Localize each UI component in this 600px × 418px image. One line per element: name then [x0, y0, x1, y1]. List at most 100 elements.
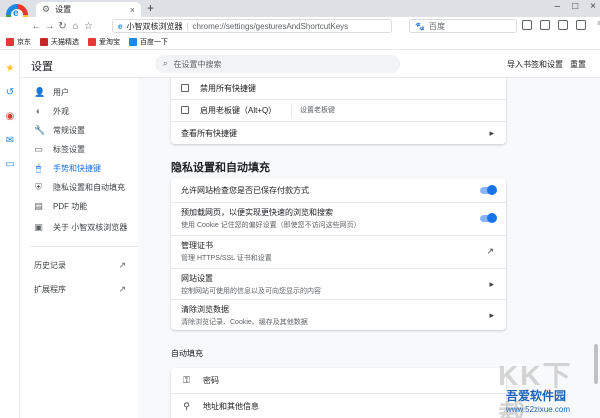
- address-app-name: 小智双核浏览器: [126, 21, 183, 31]
- chevron-right-icon: ▸: [489, 278, 494, 289]
- forward-icon[interactable]: →: [43, 21, 56, 32]
- sidebar-item-extensions[interactable]: 扩展程序 ↗: [20, 280, 138, 298]
- bookmark-icon: [6, 38, 14, 46]
- address-bar[interactable]: e 小智双核浏览器 | chrome://settings/gesturesAn…: [112, 19, 392, 33]
- bookmark-tmall[interactable]: 天猫精选: [40, 37, 79, 47]
- address-url: chrome://settings/gesturesAndShortcutKey…: [192, 21, 349, 31]
- settings-search-input[interactable]: ⌕ 在设置中搜索: [155, 55, 400, 73]
- row-label: 密码: [203, 376, 219, 385]
- favorites-star-icon[interactable]: ★: [5, 64, 15, 74]
- bookmark-label: 京东: [17, 39, 31, 46]
- close-window-icon[interactable]: ×: [590, 1, 596, 12]
- sidebar-item-about[interactable]: ▣ 关于 小智双核浏览器: [20, 218, 138, 236]
- close-icon[interactable]: ×: [130, 5, 135, 15]
- history-icon[interactable]: ↺: [5, 88, 15, 98]
- info-icon: ▣: [34, 221, 43, 232]
- sidebar-item-pdf[interactable]: ▤ PDF 功能: [20, 197, 138, 215]
- location-pin-icon: ⚲: [183, 401, 190, 411]
- site-settings-row[interactable]: 网站设置 控制网站可使用的信息以及可向您显示的内容 ▸: [171, 269, 506, 299]
- preload-row[interactable]: 预加载网页，以便实现更快速的浏览和搜索 使用 Cookie 记住您的偏好设置（即…: [171, 203, 506, 234]
- toolbar: ← → ↻ ⌂ ☆ e 小智双核浏览器 | chrome://settings/…: [0, 17, 600, 35]
- sidebar-divider: [30, 246, 138, 247]
- panel-icon[interactable]: ▭: [5, 160, 15, 170]
- screenshot-icon[interactable]: [540, 20, 550, 30]
- import-bookmarks-button[interactable]: 导入书签和设置: [507, 59, 563, 70]
- user-icon: 👤: [34, 86, 46, 97]
- new-tab-button[interactable]: +: [147, 1, 154, 15]
- tab-strip: e ⚙ 设置 × + – □ ×: [0, 0, 600, 26]
- autofill-card: ⚿ 密码 ⚲ 地址和其他信息: [171, 368, 506, 418]
- tab-title: 设置: [55, 5, 72, 14]
- side-rail: ★ ↺ ◉ ✉ ▭: [0, 50, 20, 418]
- external-link-icon: ↗: [486, 246, 494, 256]
- sidebar-item-history[interactable]: 历史记录 ↗: [20, 256, 138, 274]
- sidebar-item-general[interactable]: 🔧 常规设置: [20, 121, 138, 139]
- sidebar-item-user[interactable]: 👤 用户: [20, 83, 138, 101]
- maximize-icon[interactable]: □: [572, 1, 578, 12]
- bookmarks-bar: 京东 天猫精选 爱淘宝 百度一下: [0, 35, 600, 50]
- back-icon[interactable]: ←: [30, 21, 43, 32]
- view-all-shortcuts-row[interactable]: 查看所有快捷键 ▸: [171, 122, 506, 144]
- weibo-icon[interactable]: ◉: [5, 112, 15, 122]
- tab-settings[interactable]: ⚙ 设置 ×: [36, 2, 141, 17]
- grid-icon[interactable]: [522, 20, 532, 30]
- external-link-icon: ↗: [118, 283, 126, 294]
- disable-all-shortcuts-checkbox[interactable]: [181, 84, 189, 92]
- download-icon[interactable]: [576, 20, 586, 30]
- search-icon: ⌕: [163, 59, 168, 68]
- bookmark-baidu[interactable]: 百度一下: [129, 37, 168, 47]
- boss-key-row[interactable]: 启用老板键（Alt+Q） 设置老板键: [171, 100, 506, 120]
- sidebar-item-label: 关于 小智双核浏览器: [53, 222, 128, 232]
- extension-icon[interactable]: [558, 20, 568, 30]
- sidebar-item-label: 手势和快捷键: [53, 163, 101, 173]
- row-label: 启用老板键（Alt+Q）: [200, 105, 277, 115]
- row-label: 清除浏览数据: [181, 304, 229, 314]
- payment-check-toggle[interactable]: [480, 184, 497, 195]
- sidebar-item-label: 扩展程序: [34, 284, 66, 294]
- browser-logo-small-icon: e: [118, 21, 123, 31]
- sidebar-item-appearance[interactable]: ◐ 外观: [20, 102, 138, 120]
- home-icon[interactable]: ⌂: [69, 21, 82, 32]
- row-label: 管理证书: [181, 241, 213, 250]
- boss-key-checkbox[interactable]: [181, 106, 189, 114]
- sidebar-item-tabs[interactable]: ▭ 标签设置: [20, 140, 138, 158]
- sidebar-item-label: 隐私设置和自动填充: [53, 182, 125, 192]
- clear-browsing-data-row[interactable]: 清除浏览数据 清除浏览记录、Cookie、缓存及其他数据 ▸: [171, 300, 506, 330]
- sidebar-item-privacy[interactable]: ⛨ 隐私设置和自动填充: [20, 178, 138, 196]
- manage-certificates-row[interactable]: 管理证书 管理 HTTPS/SSL 证书和设置 ↗: [171, 236, 506, 267]
- reset-button[interactable]: 重置: [570, 59, 586, 70]
- row-label: 预加载网页，以便实现更快速的浏览和搜索: [181, 208, 333, 217]
- wrench-icon: 🔧: [34, 124, 46, 135]
- passwords-row[interactable]: ⚿ 密码: [171, 368, 506, 393]
- watermark-url: www.52zixue.com: [506, 405, 571, 414]
- sidebar-item-gestures[interactable]: 🖱 手势和快捷键: [20, 159, 138, 177]
- bookmark-star-icon[interactable]: ☆: [82, 21, 95, 32]
- menu-icon[interactable]: ≡: [594, 20, 600, 30]
- minimize-icon[interactable]: –: [555, 1, 561, 12]
- sidebar-item-label: 历史记录: [34, 260, 66, 270]
- watermark: KK下载 吾爱软件园 www.52zixue.com: [478, 350, 600, 418]
- sidebar-item-label: 外观: [53, 106, 69, 116]
- settings-header: 设置 ⌕ 在设置中搜索 导入书签和设置 重置: [20, 50, 600, 78]
- preload-toggle[interactable]: [480, 213, 497, 223]
- sidebar-item-label: 标签设置: [53, 144, 85, 154]
- search-engine-box[interactable]: 🐾 百度: [409, 19, 517, 33]
- reload-icon[interactable]: ↻: [56, 21, 69, 32]
- window-controls: – □ ×: [555, 1, 596, 12]
- row-label: 地址和其他信息: [203, 402, 259, 411]
- chevron-right-icon: ▸: [489, 127, 494, 138]
- page-title: 设置: [31, 61, 53, 73]
- row-sublabel: 使用 Cookie 记住您的偏好设置（即使您不访问这些网页）: [181, 222, 361, 229]
- external-link-icon: ↗: [118, 259, 126, 270]
- disable-all-shortcuts-row[interactable]: 禁用所有快捷键: [171, 78, 506, 98]
- shield-icon: ⛨: [35, 181, 42, 192]
- settings-sidebar: 👤 用户 ◐ 外观 🔧 常规设置 ▭ 标签设置 🖱 手势和快捷键 ⛨ 隐私设置和…: [20, 78, 138, 418]
- bookmark-aitaobao[interactable]: 爱淘宝: [88, 37, 120, 47]
- bookmark-jd[interactable]: 京东: [6, 37, 31, 47]
- mail-icon[interactable]: ✉: [5, 136, 15, 146]
- autofill-section-title: 自动填充: [171, 349, 203, 358]
- row-sublabel: 管理 HTTPS/SSL 证书和设置: [181, 255, 272, 262]
- boss-key-input[interactable]: 设置老板键: [291, 103, 361, 117]
- addresses-row[interactable]: ⚲ 地址和其他信息: [171, 394, 506, 418]
- payment-check-row[interactable]: 允许网站检查您是否已保存付款方式: [171, 178, 506, 202]
